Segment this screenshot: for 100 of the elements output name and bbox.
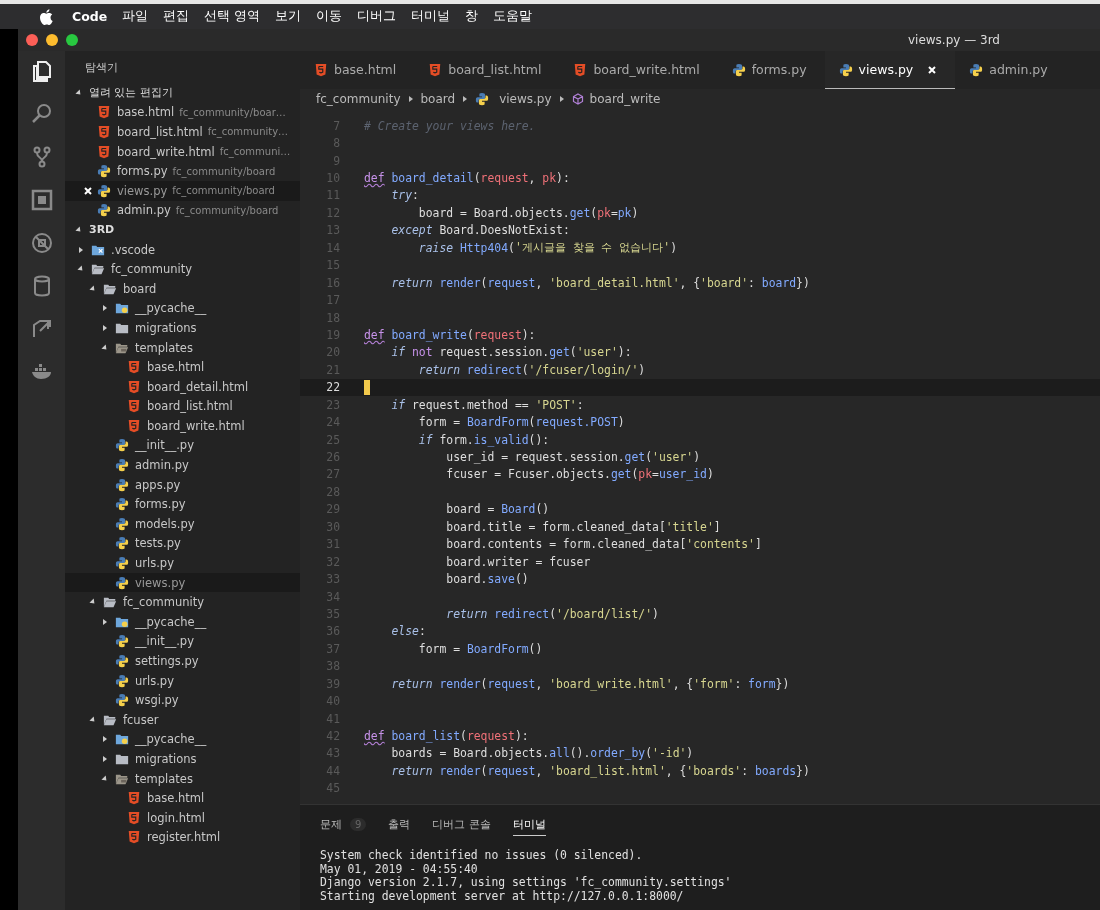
code-token: ,	[535, 763, 544, 778]
code-token: ):	[617, 345, 632, 360]
python-file-icon	[115, 693, 129, 708]
code-token: get	[624, 450, 646, 465]
panel-tab[interactable]: 디버그 콘솔	[432, 813, 491, 836]
editor-tab[interactable]: admin.py	[955, 51, 1066, 89]
file-item[interactable]: models.py	[65, 514, 300, 534]
apple-logo-icon[interactable]	[39, 8, 53, 25]
menu-item[interactable]: 디버그	[357, 8, 397, 25]
menu-item[interactable]: 파일	[122, 8, 149, 25]
menu-item[interactable]: 보기	[275, 8, 302, 25]
code-token: get	[549, 345, 570, 360]
file-item[interactable]: base.html	[65, 788, 300, 808]
editor-tab[interactable]: base.html	[300, 51, 415, 89]
open-editor-item[interactable]: admin.py fc_community/board	[65, 200, 300, 221]
breadcrumb-item[interactable]: board	[420, 92, 456, 106]
editor-tab[interactable]: forms.py	[717, 51, 825, 89]
folder-item[interactable]: fc_community	[65, 259, 300, 279]
code-token: ]	[713, 519, 721, 534]
breadcrumb-item[interactable]: board_write	[589, 92, 661, 106]
code-token: request	[480, 171, 529, 186]
code-token: save	[487, 572, 515, 587]
zoom-window-button[interactable]	[66, 34, 78, 46]
close-icon[interactable]	[83, 185, 93, 196]
file-item[interactable]: wsgi.py	[65, 690, 300, 710]
folder-item[interactable]: fcuser	[65, 710, 300, 730]
open-editor-item[interactable]: base.html fc_community/boar…	[65, 102, 300, 123]
file-item[interactable]: base.html	[65, 357, 300, 377]
menu-item[interactable]: Code	[72, 9, 108, 24]
editor-tab[interactable]: views.py	[824, 51, 956, 89]
file-item[interactable]: board_detail.html	[65, 376, 300, 397]
code-token: return	[417, 362, 460, 377]
editor-tab[interactable]: board_list.html	[414, 51, 560, 89]
folder-item[interactable]: __pycache__	[65, 729, 300, 750]
folder-item[interactable]: __pycache__	[65, 298, 300, 319]
code-token: 'board_detail.html'	[549, 275, 680, 290]
terminal[interactable]: System check identified no issues (0 silenced). May 01, 2019 - 04:55:40 Django version 2.1.7, using settings 'fc_community.settings' Starting development server at http://127.0.0.1:8000/	[300, 839, 1100, 903]
file-item[interactable]: views.py	[65, 572, 300, 593]
file-item[interactable]: urls.py	[65, 553, 300, 573]
code-token: )	[631, 205, 639, 220]
folder-item[interactable]: migrations	[65, 318, 300, 338]
minimize-window-button[interactable]	[46, 34, 58, 46]
menu-item[interactable]: 도움말	[493, 8, 533, 25]
folder-item[interactable]: board	[65, 278, 300, 299]
section-header[interactable]: 열려 있는 편집기	[65, 83, 300, 103]
open-editor-item[interactable]: views.py fc_community/board	[65, 180, 300, 201]
code-token: boards	[754, 763, 797, 778]
section-header[interactable]: 3RD	[65, 220, 300, 240]
open-editor-item[interactable]: board_list.html fc_community…	[65, 122, 300, 142]
code-token: ]	[754, 537, 762, 552]
window-title: views.py — 3rd	[907, 33, 1000, 47]
panel-tab[interactable]: 출력	[388, 813, 411, 836]
editor-tab[interactable]: board_write.html	[559, 51, 718, 89]
code-token: Board.DoesNotExist:	[438, 223, 570, 238]
file-item[interactable]: board_write.html	[65, 416, 300, 436]
folder-item[interactable]: __pycache__	[65, 612, 300, 632]
python-file-icon	[115, 575, 129, 590]
file-item[interactable]: settings.py	[65, 651, 300, 671]
breadcrumb-item[interactable]: views.py	[499, 92, 552, 106]
menu-item[interactable]: 창	[465, 8, 479, 25]
code-token: return	[390, 763, 433, 778]
panel-tab[interactable]: 문제 9	[320, 813, 367, 836]
menu-item[interactable]: 터미널	[411, 8, 451, 25]
folder-item[interactable]: migrations	[65, 749, 300, 769]
panel-tab[interactable]: 터미널	[512, 813, 546, 836]
file-item[interactable]: forms.py	[65, 494, 300, 515]
file-item[interactable]: urls.py	[65, 670, 300, 691]
file-item[interactable]: register.html	[65, 827, 300, 848]
code-token: )	[706, 467, 714, 482]
folder-item[interactable]: templates	[65, 337, 300, 358]
menu-item[interactable]: 이동	[316, 8, 343, 25]
python-file-icon	[115, 516, 129, 531]
menu-item[interactable]: 편집	[163, 8, 190, 25]
code-token: form =	[417, 641, 461, 656]
breadcrumb-item[interactable]: fc_community	[316, 92, 401, 106]
close-icon[interactable]	[927, 64, 938, 75]
open-editor-item[interactable]: forms.py fc_community/board	[65, 161, 300, 181]
code-token: boards = Board.objects.	[390, 746, 550, 761]
extensions-icon[interactable]	[29, 188, 54, 212]
folder-item[interactable]: fc_community	[65, 592, 300, 613]
file-item[interactable]: __init__.py	[65, 435, 300, 456]
html-file-icon	[573, 62, 588, 77]
file-item[interactable]: admin.py	[65, 455, 300, 475]
python-file-icon	[115, 458, 129, 473]
folder-item[interactable]: templates	[65, 768, 300, 789]
file-item[interactable]: tests.py	[65, 533, 300, 554]
code-token: except	[390, 223, 433, 238]
code-token: request	[473, 327, 522, 342]
open-editor-item[interactable]: board_write.html fc_communi…	[65, 141, 300, 162]
file-item[interactable]: __init__.py	[65, 631, 300, 652]
close-window-button[interactable]	[26, 34, 38, 46]
no-bug-icon[interactable]	[29, 231, 54, 255]
python-file-icon	[475, 92, 490, 106]
folder-item[interactable]: .vscode	[65, 239, 300, 260]
file-item[interactable]: board_list.html	[65, 396, 300, 417]
file-item[interactable]: login.html	[65, 807, 300, 828]
menu-item[interactable]: 선택 영역	[204, 8, 261, 25]
file-item[interactable]: apps.py	[65, 474, 300, 495]
code-token: request	[487, 676, 536, 691]
python-file-icon	[731, 62, 746, 77]
